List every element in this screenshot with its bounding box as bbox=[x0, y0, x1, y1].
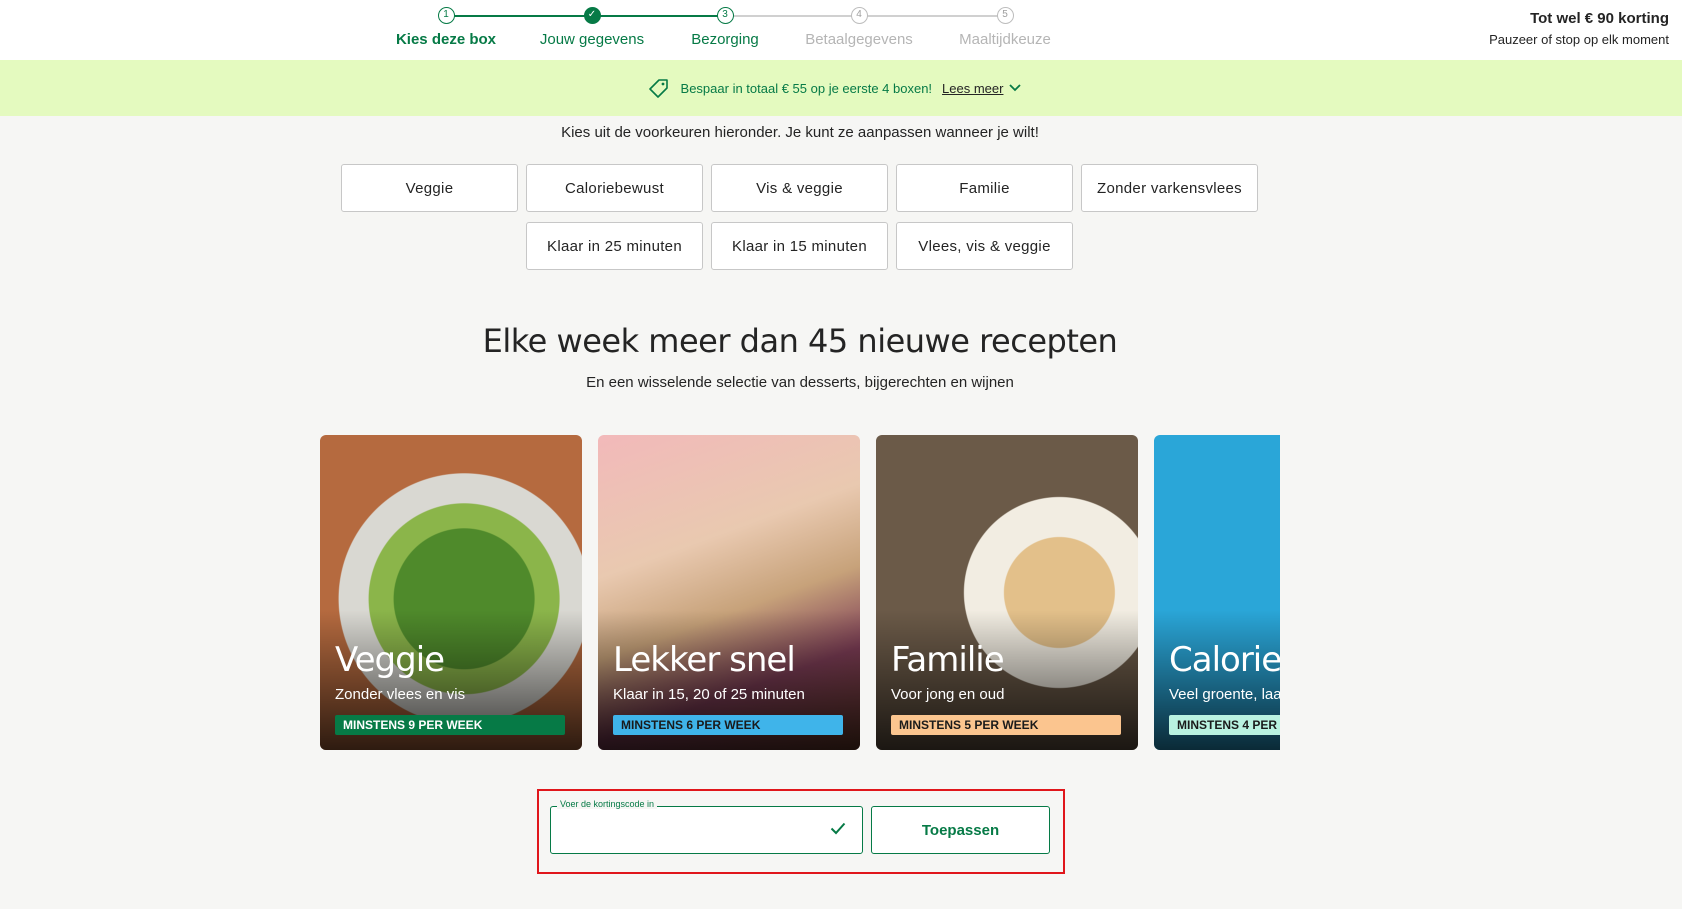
recipes-headline: Elke week meer dan 45 nieuwe recepten bbox=[482, 322, 1118, 360]
step-kies-deze-box[interactable]: 1 Kies deze box bbox=[366, 7, 526, 48]
chip-veggie[interactable]: Veggie bbox=[341, 164, 518, 212]
lees-meer-link[interactable]: Lees meer bbox=[942, 81, 1003, 96]
recipe-carousel[interactable]: Veggie Zonder vlees en vis MINSTENS 9 PE… bbox=[320, 435, 1280, 750]
chip-vlees-vis-veggie[interactable]: Vlees, vis & veggie bbox=[896, 222, 1073, 270]
recipe-card-caloriebewust[interactable]: Caloriebewust Veel groente, laag in calo… bbox=[1154, 435, 1280, 750]
card-title: Veggie bbox=[335, 640, 445, 680]
card-badge: MINSTENS 4 PER WEEK bbox=[1169, 715, 1280, 735]
promo-subtitle: Pauzeer of stop op elk moment bbox=[1489, 32, 1669, 47]
card-badge: MINSTENS 5 PER WEEK bbox=[891, 715, 1121, 735]
step-4-label: Betaalgegevens bbox=[805, 31, 913, 48]
card-subtitle: Veel groente, laag in calorieën bbox=[1169, 686, 1280, 703]
step-4-circle: 4 bbox=[850, 7, 868, 24]
banner-text: Bespaar in totaal € 55 op je eerste 4 bo… bbox=[680, 80, 933, 96]
card-subtitle: Klaar in 15, 20 of 25 minuten bbox=[613, 686, 805, 703]
step-2-check-icon: ✓ bbox=[583, 7, 601, 24]
header-promo: Tot wel € 90 korting Pauzeer of stop op … bbox=[1489, 10, 1669, 47]
chip-vis-veggie[interactable]: Vis & veggie bbox=[711, 164, 888, 212]
card-title: Caloriebewust bbox=[1169, 640, 1280, 680]
checkmark-icon bbox=[830, 822, 846, 835]
recipes-subhead: En een wisselende selectie van desserts,… bbox=[586, 374, 1014, 391]
promo-title: Tot wel € 90 korting bbox=[1530, 10, 1669, 27]
recipe-card-familie[interactable]: Familie Voor jong en oud MINSTENS 5 PER … bbox=[876, 435, 1138, 750]
step-5-circle: 5 bbox=[996, 7, 1014, 24]
discount-code-legend: Voer de kortingscode in bbox=[557, 799, 658, 809]
discount-code-input[interactable] bbox=[550, 806, 863, 854]
chevron-down-icon[interactable] bbox=[1009, 84, 1022, 92]
step-1-label: Kies deze box bbox=[395, 31, 497, 48]
card-subtitle: Voor jong en oud bbox=[891, 686, 1005, 703]
card-badge: MINSTENS 9 PER WEEK bbox=[335, 715, 565, 735]
discount-banner: Bespaar in totaal € 55 op je eerste 4 bo… bbox=[0, 60, 1682, 116]
step-maaltijdkeuze: 5 Maaltijdkeuze bbox=[925, 7, 1085, 48]
chip-caloriebewust[interactable]: Caloriebewust bbox=[526, 164, 703, 212]
tag-icon bbox=[648, 79, 668, 98]
chip-zonder-varkensvlees[interactable]: Zonder varkensvlees bbox=[1081, 164, 1258, 212]
recipe-card-lekker-snel[interactable]: Lekker snel Klaar in 15, 20 of 25 minute… bbox=[598, 435, 860, 750]
card-subtitle: Zonder vlees en vis bbox=[335, 686, 466, 703]
card-title: Familie bbox=[891, 640, 1005, 680]
chip-klaar-25[interactable]: Klaar in 25 minuten bbox=[526, 222, 703, 270]
step-betaalgegevens: 4 Betaalgegevens bbox=[779, 7, 939, 48]
step-3-circle: 3 bbox=[716, 7, 734, 24]
step-1-circle: 1 bbox=[437, 7, 455, 24]
preferences-intro: Kies uit de voorkeuren hieronder. Je kun… bbox=[561, 124, 1039, 141]
chip-klaar-15[interactable]: Klaar in 15 minuten bbox=[711, 222, 888, 270]
recipe-card-veggie[interactable]: Veggie Zonder vlees en vis MINSTENS 9 PE… bbox=[320, 435, 582, 750]
card-badge: MINSTENS 6 PER WEEK bbox=[613, 715, 843, 735]
checkout-header: 1 Kies deze box ✓ Jouw gegevens 3 Bezorg… bbox=[0, 0, 1682, 60]
step-5-label: Maaltijdkeuze bbox=[959, 31, 1051, 48]
card-title: Lekker snel bbox=[613, 640, 796, 680]
apply-button[interactable]: Toepassen bbox=[871, 806, 1050, 854]
chip-familie[interactable]: Familie bbox=[896, 164, 1073, 212]
